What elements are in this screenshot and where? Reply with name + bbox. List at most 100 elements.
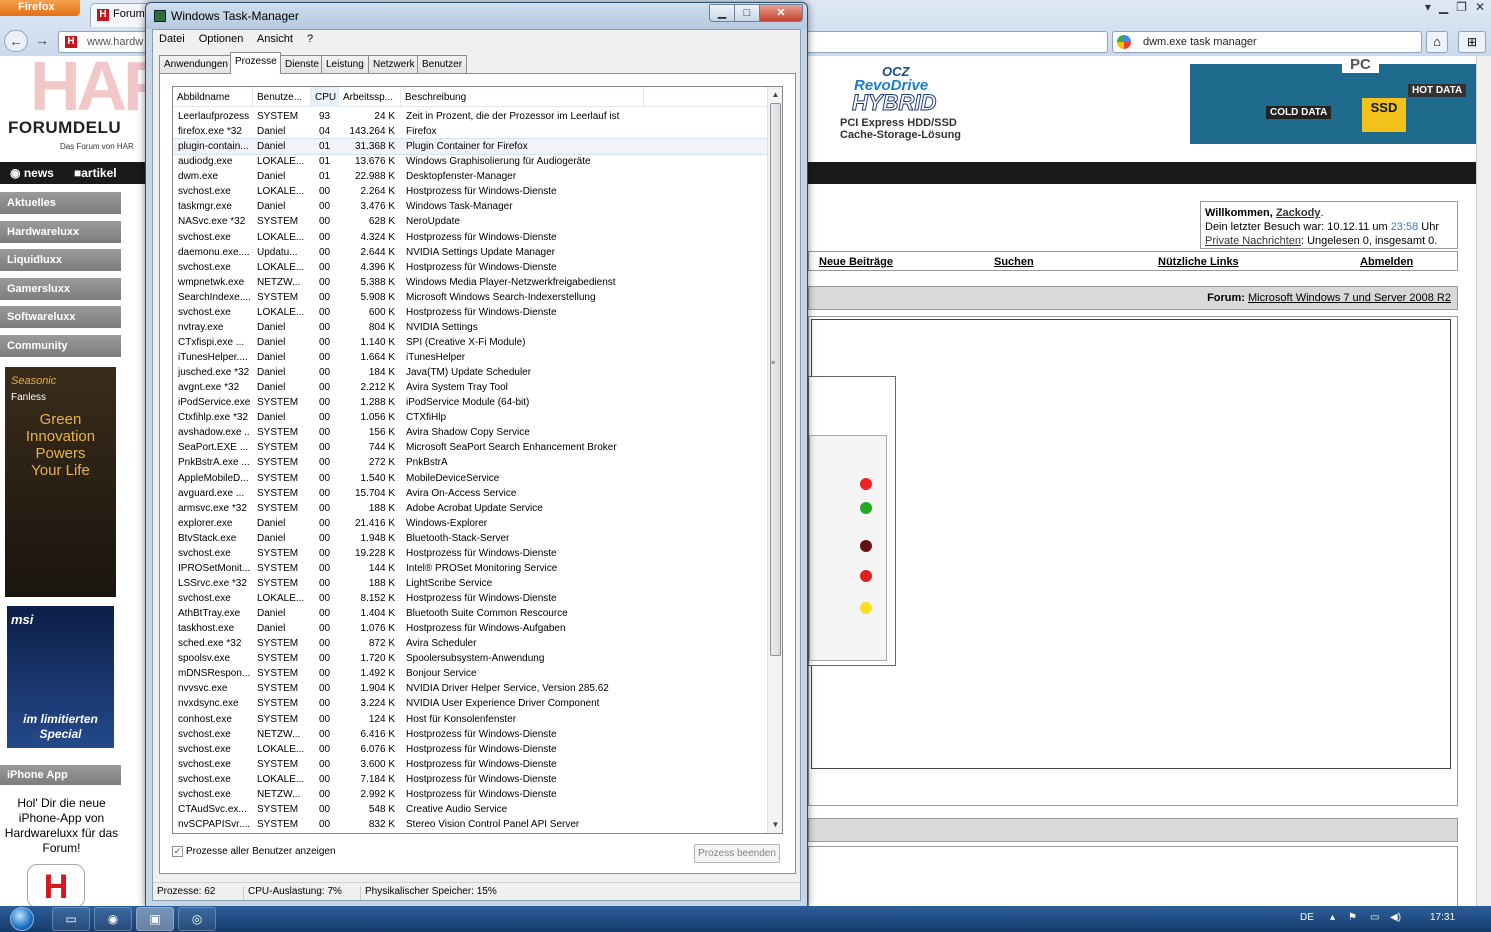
smilie-icon[interactable] [860,570,872,582]
process-row[interactable]: PnkBstrA.exe ... SYSTEM 00 272 K PnkBstrA [173,455,768,470]
restore-icon[interactable]: ❐ [1456,0,1467,14]
process-row[interactable]: svchost.exe LOKALE... 00 6.076 K Hostprozess… [173,742,768,757]
process-row[interactable]: nvvsvc.exe SYSTEM 00 1.904 K NVIDIA Driver H… [173,681,768,696]
firefox-menu-button[interactable]: Firefox [0,0,80,16]
show-all-users-checkbox[interactable]: ✓ Prozesse aller Benutzer anzeigen [172,846,336,857]
link-logout[interactable]: Abmelden [1360,256,1413,268]
process-row[interactable]: AppleMobileD... SYSTEM 00 1.540 K MobileDevi… [173,471,768,486]
taskbar-explorer[interactable]: ▭ [52,907,90,931]
process-row[interactable]: Leerlaufprozess SYSTEM 93 24 K Zeit in Proze… [173,109,768,124]
home-button[interactable]: ⌂ [1426,31,1448,53]
menu-datei[interactable]: Datei [159,33,185,45]
process-row[interactable]: spoolsv.exe SYSTEM 00 1.720 K Spoolersubsyst… [173,651,768,666]
search-bar[interactable]: dwm.exe task manager [1112,31,1422,53]
tab-prozesse[interactable]: Prozesse [230,52,281,74]
username-link[interactable]: Zackody [1276,207,1321,219]
sidebar-item-gamersluxx[interactable]: Gamersluxx [0,277,121,300]
process-row[interactable]: BtvStack.exe Daniel 00 1.948 K Bluetooth-Sta… [173,531,768,546]
process-row[interactable]: iPodService.exe SYSTEM 00 1.288 K iPodServic… [173,395,768,410]
column-header-description[interactable]: Beschreibung [401,87,644,107]
process-row[interactable]: svchost.exe SYSTEM 00 3.600 K Hostprozess fü… [173,757,768,772]
checkbox-check-icon[interactable]: ✓ [172,846,183,857]
nav-artikel[interactable]: ■artikel [74,166,117,180]
scroll-up-icon[interactable]: ▲ [768,87,782,103]
sidebar-item-community[interactable]: Community [0,334,121,357]
process-row[interactable]: iTunesHelper.... Daniel 00 1.664 K iTunesHel… [173,350,768,365]
sidebar-item-hardwareluxx[interactable]: Hardwareluxx [0,220,121,243]
scroll-thumb[interactable] [770,103,781,656]
clock[interactable]: 17:31 [1430,912,1455,923]
process-row[interactable]: taskmgr.exe Daniel 00 3.476 K Windows Task-M… [173,199,768,214]
close-button[interactable]: ✕ [759,4,803,22]
process-row[interactable]: conhost.exe SYSTEM 00 124 K Host für Konsole… [173,712,768,727]
column-header-user[interactable]: Benutze... [253,87,311,107]
process-row[interactable]: SearchIndexe.... SYSTEM 00 5.908 K Microsoft… [173,290,768,305]
list-scrollbar[interactable]: ▲ ≡ ▼ [767,87,782,833]
tab-anwendungen[interactable]: Anwendungen [159,55,231,73]
menu-ansicht[interactable]: Ansicht [257,33,293,45]
process-row[interactable]: nvSCPAPISvr.... SYSTEM 00 832 K Stereo Visio… [173,817,768,832]
ad-msi[interactable]: msi im limitierten Special [7,606,114,748]
menu-help[interactable]: ? [307,33,313,45]
action-center-icon[interactable]: ⚑ [1348,912,1357,923]
close-icon[interactable]: ✕ [1475,0,1485,14]
language-indicator[interactable]: DE [1300,912,1314,923]
process-row[interactable]: svchost.exe LOKALE... 00 600 K Hostprozess f… [173,305,768,320]
scroll-down-icon[interactable]: ▼ [768,817,782,833]
smilie-icon[interactable] [860,540,872,552]
column-header-image-name[interactable]: Abbildname [173,87,253,107]
column-header-memory[interactable]: Arbeitssp... [339,87,401,107]
sidebar-item-softwareluxx[interactable]: Softwareluxx [0,306,121,328]
iphone-app-header[interactable]: iPhone App [0,765,121,785]
process-row[interactable]: svchost.exe LOKALE... 00 8.152 K Hostprozess… [173,591,768,606]
tab-list-icon[interactable]: ▾ [1425,0,1431,14]
link-new-posts[interactable]: Neue Beiträge [819,256,893,268]
minimize-button[interactable]: ▁ [709,4,734,22]
process-row[interactable]: AthBtTray.exe Daniel 00 1.404 K Bluetooth Su… [173,606,768,621]
process-row[interactable]: svchost.exe LOKALE... 00 2.264 K Hostprozess… [173,184,768,199]
process-row[interactable]: audiodg.exe LOKALE... 01 13.676 K Windows Gr… [173,154,768,169]
process-row[interactable]: mDNSRespon... SYSTEM 00 1.492 K Bonjour Serv… [173,666,768,681]
tab-leistung[interactable]: Leistung [321,55,369,73]
smilie-icon[interactable] [860,502,872,514]
process-row[interactable]: svchost.exe LOKALE... 00 7.184 K Hostprozess… [173,772,768,787]
end-process-button[interactable]: Prozess beenden [694,844,780,863]
process-row[interactable]: LSSrvc.exe *32 SYSTEM 00 188 K LightScribe S… [173,576,768,591]
link-useful[interactable]: Nützliche Links [1158,256,1239,268]
process-row[interactable]: CTAudSvc.ex... SYSTEM 00 548 K Creative Audi… [173,802,768,817]
tab-netzwerk[interactable]: Netzwerk [368,55,418,73]
column-header-cpu[interactable]: CPU [311,87,339,107]
network-icon[interactable]: ▭ [1370,912,1379,923]
tray-expand-icon[interactable]: ▴ [1330,912,1335,923]
ad-seasonic[interactable]: Seasonic Fanless Green Innovation Powers… [5,367,116,597]
process-row[interactable]: nvtray.exe Daniel 00 804 K NVIDIA Settings [173,320,768,335]
process-list[interactable]: Abbildname Benutze... CPU Arbeitssp... B… [172,86,783,834]
process-row[interactable]: avshadow.exe ... SYSTEM 00 156 K Avira Shado… [173,425,768,440]
process-row[interactable]: firefox.exe *32 Daniel 04 143.264 K Firefox [173,124,768,139]
back-button[interactable]: ← [4,30,28,52]
start-button[interactable] [4,906,40,932]
process-row[interactable]: plugin-contain... Daniel 01 31.368 K Plugin … [173,138,769,156]
tab-dienste[interactable]: Dienste [280,55,322,73]
private-messages-link[interactable]: Private Nachrichten [1205,235,1301,247]
tab-benutzer[interactable]: Benutzer [417,55,467,73]
process-row[interactable]: NASvc.exe *32 SYSTEM 00 628 K NeroUpdate [173,214,768,229]
taskbar-firefox[interactable]: ◉ [94,907,132,931]
process-row[interactable]: IPROSetMonit... SYSTEM 00 144 K Intel® PROSe… [173,561,768,576]
process-row[interactable]: svchost.exe NETZW... 00 2.992 K Hostprozess … [173,787,768,802]
process-row[interactable]: svchost.exe NETZW... 00 6.416 K Hostprozess … [173,727,768,742]
process-row[interactable]: CTxfispi.exe ... Daniel 00 1.140 K SPI (Crea… [173,335,768,350]
iphone-app-icon[interactable]: H [27,864,85,906]
menu-optionen[interactable]: Optionen [199,33,244,45]
smilie-icon[interactable] [860,602,872,614]
process-row[interactable]: avgnt.exe *32 Daniel 00 2.212 K Avira System… [173,380,768,395]
page-scrollbar[interactable] [1476,56,1491,906]
process-row[interactable]: svchost.exe LOKALE... 00 4.324 K Hostprozess… [173,230,768,245]
process-row[interactable]: svchost.exe SYSTEM 00 19.228 K Hostprozess f… [173,546,768,561]
title-bar[interactable]: Windows Task-Manager ▁ □ ✕ [146,3,807,29]
link-search[interactable]: Suchen [994,256,1034,268]
volume-icon[interactable]: ◀) [1390,912,1401,923]
process-row[interactable]: nvxdsync.exe SYSTEM 00 3.224 K NVIDIA User E… [173,696,768,711]
process-row[interactable]: jusched.exe *32 Daniel 00 184 K Java(TM) Upd… [173,365,768,380]
process-row[interactable]: avguard.exe ... SYSTEM 00 15.704 K Avira On-… [173,486,768,501]
